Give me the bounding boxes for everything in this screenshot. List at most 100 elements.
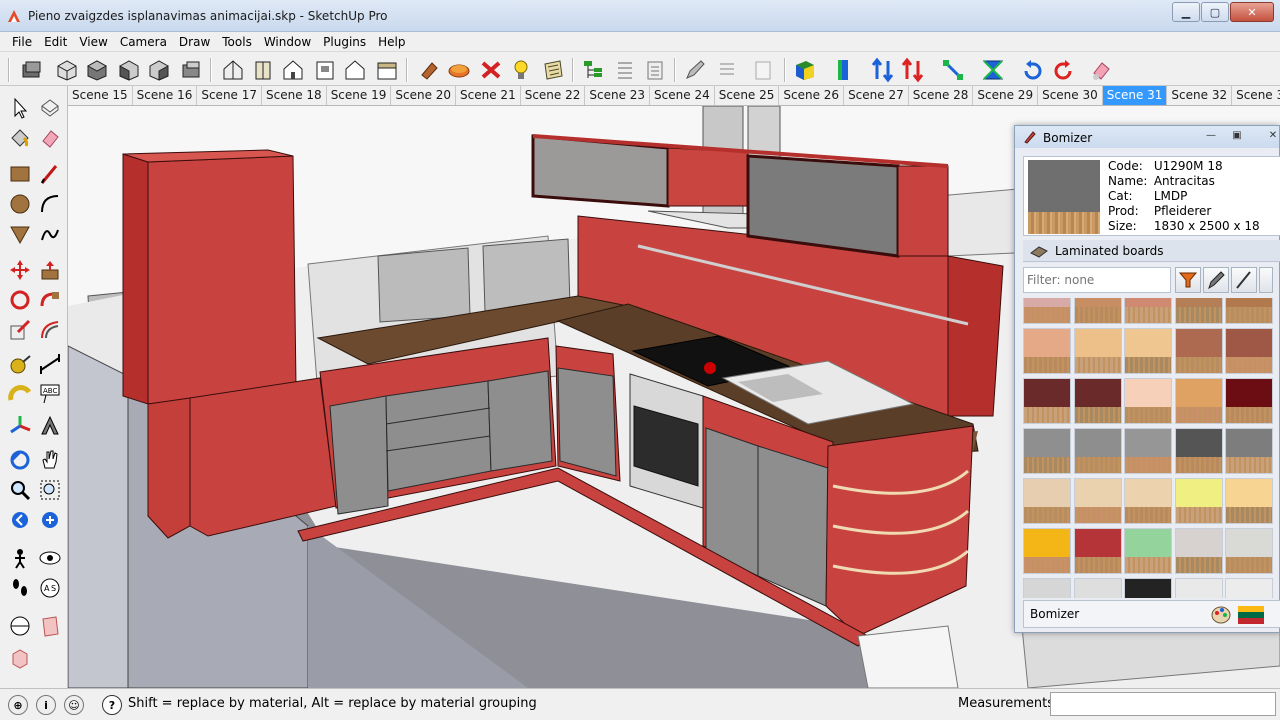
outliner-icon[interactable]: [580, 57, 606, 83]
material-swatch-cell[interactable]: [1124, 478, 1172, 524]
material-swatch-cell[interactable]: [1124, 378, 1172, 424]
eraser-pink-icon[interactable]: [1088, 57, 1114, 83]
maximize-button[interactable]: ▢: [1201, 2, 1229, 22]
front-view-icon[interactable]: [116, 57, 142, 83]
material-swatch-cell[interactable]: [1225, 378, 1273, 424]
component-color-icon[interactable]: [792, 57, 818, 83]
scene-tab[interactable]: Scene 16: [133, 86, 198, 105]
house-iso-icon[interactable]: [220, 57, 246, 83]
axes-icon[interactable]: [8, 414, 32, 438]
menu-window[interactable]: Window: [258, 35, 317, 49]
rotate-blue-icon[interactable]: [1020, 57, 1046, 83]
scale-icon[interactable]: [8, 318, 32, 342]
red-arrows-icon[interactable]: [900, 57, 926, 83]
menu-camera[interactable]: Camera: [114, 35, 173, 49]
back-view-icon[interactable]: [178, 57, 204, 83]
material-swatch-cell[interactable]: [1073, 328, 1122, 374]
grey-report-icon[interactable]: [750, 57, 776, 83]
house-plan-icon[interactable]: [374, 57, 400, 83]
user-icon[interactable]: ☺: [64, 695, 84, 715]
scene-tab[interactable]: Scene 33: [1232, 86, 1280, 105]
scene-tab[interactable]: Scene 29: [973, 86, 1039, 105]
arc-icon[interactable]: [38, 192, 62, 216]
material-swatch-cell[interactable]: [1124, 528, 1172, 574]
lithuania-flag-icon[interactable]: [1238, 604, 1264, 626]
scene-tab[interactable]: Scene 18: [262, 86, 327, 105]
scene-tab[interactable]: Scene 23: [585, 86, 651, 105]
offset-icon[interactable]: [38, 318, 62, 342]
top-view-icon[interactable]: [84, 57, 110, 83]
hourglass-icon[interactable]: [980, 57, 1006, 83]
polygon-icon[interactable]: [8, 222, 32, 246]
menu-draw[interactable]: Draw: [173, 35, 216, 49]
follow-me-icon[interactable]: [38, 288, 62, 312]
help-icon[interactable]: ?: [102, 695, 122, 715]
material-swatch-cell[interactable]: [1073, 478, 1122, 524]
scene-tab[interactable]: Scene 32: [1167, 86, 1233, 105]
scene-tab[interactable]: Scene 20: [391, 86, 457, 105]
material-swatch-cell[interactable]: [1174, 428, 1223, 474]
scene-tab[interactable]: Scene 31: [1102, 86, 1168, 105]
blue-arrows-icon[interactable]: [870, 57, 896, 83]
scene-tab[interactable]: Scene 24: [650, 86, 715, 105]
scene-tab[interactable]: Scene 17: [197, 86, 263, 105]
filter-box[interactable]: [1023, 267, 1171, 293]
texture-icon[interactable]: [540, 57, 566, 83]
eraser-icon[interactable]: [38, 126, 62, 150]
scene-tab[interactable]: Scene 15: [68, 86, 133, 105]
make-component-icon[interactable]: [38, 96, 62, 120]
material-swatch-cell[interactable]: [1174, 528, 1223, 574]
edit-brush-button[interactable]: [1231, 267, 1257, 293]
material-swatch-cell[interactable]: [1073, 378, 1122, 424]
material-swatch-cell[interactable]: [1124, 328, 1172, 374]
material-swatch-cell[interactable]: [1174, 298, 1223, 324]
credits-icon[interactable]: i: [36, 695, 56, 715]
minimize-icon[interactable]: —: [1201, 129, 1221, 144]
move-icon[interactable]: [8, 258, 32, 282]
geo-location-icon[interactable]: ⊕: [8, 695, 28, 715]
house-front-icon[interactable]: [280, 57, 306, 83]
circle-icon[interactable]: [8, 192, 32, 216]
menu-view[interactable]: View: [73, 35, 113, 49]
paint-bucket-icon[interactable]: [416, 57, 442, 83]
material-swatch-cell[interactable]: [1073, 298, 1122, 324]
edit-pencil-button[interactable]: [1203, 267, 1229, 293]
material-swatch-cell[interactable]: [1073, 578, 1122, 598]
material-swatch-cell[interactable]: [1225, 298, 1273, 324]
iso-view-icon[interactable]: [54, 57, 80, 83]
house-outline-icon[interactable]: [342, 57, 368, 83]
scene-tab[interactable]: Scene 22: [521, 86, 586, 105]
section-plane-icon[interactable]: AS: [38, 576, 62, 600]
material-swatch-cell[interactable]: [1073, 528, 1122, 574]
freehand-icon[interactable]: [38, 222, 62, 246]
layers-icon[interactable]: [18, 57, 44, 83]
material-swatch-cell[interactable]: [1023, 478, 1071, 524]
menu-edit[interactable]: Edit: [38, 35, 73, 49]
right-view-icon[interactable]: [146, 57, 172, 83]
menu-file[interactable]: File: [6, 35, 38, 49]
material-swatch-cell[interactable]: [1124, 298, 1172, 324]
bomizer-titlebar[interactable]: Bomizer — ▣ ✕: [1015, 126, 1279, 148]
previous-view-icon[interactable]: [8, 508, 32, 532]
blue-bar-icon[interactable]: [832, 57, 858, 83]
scene-tab[interactable]: Scene 26: [779, 86, 845, 105]
material-swatch-cell[interactable]: [1023, 328, 1071, 374]
filter-funnel-button[interactable]: [1175, 267, 1201, 293]
zoom-icon[interactable]: [8, 478, 32, 502]
3d-text-icon[interactable]: [38, 414, 62, 438]
scene-tab[interactable]: Scene 21: [456, 86, 521, 105]
scene-tab[interactable]: Scene 27: [844, 86, 909, 105]
remove-material-icon[interactable]: [478, 57, 504, 83]
measurements-input[interactable]: [1050, 692, 1276, 716]
material-swatch-cell[interactable]: [1225, 528, 1273, 574]
material-swatch-cell[interactable]: [1225, 578, 1273, 598]
close-icon[interactable]: ✕: [1263, 129, 1280, 144]
maximize-icon[interactable]: ▣: [1227, 129, 1247, 144]
pencil-edit-icon[interactable]: [682, 57, 708, 83]
material-swatch-cell[interactable]: [1073, 428, 1122, 474]
material-swatch-cell[interactable]: [1124, 578, 1172, 598]
rotate-red-icon[interactable]: [1050, 57, 1076, 83]
orbit-icon[interactable]: [8, 448, 32, 472]
text-icon[interactable]: ABC: [38, 382, 62, 406]
rectangle-icon[interactable]: [8, 162, 32, 186]
